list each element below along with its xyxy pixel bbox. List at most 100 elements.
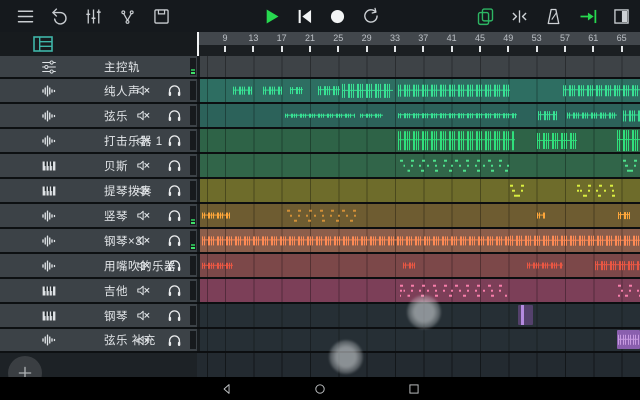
wave-clip[interactable] (290, 87, 303, 95)
wave-clip[interactable] (538, 111, 557, 121)
track-header-9[interactable]: 吉他 (0, 279, 197, 304)
menu-button[interactable] (12, 3, 39, 30)
mute-button[interactable] (130, 305, 156, 327)
track-lane-8[interactable] (197, 254, 640, 279)
clone-button[interactable] (472, 3, 499, 30)
track-view-toggle[interactable] (31, 34, 55, 54)
track-lane-7[interactable] (197, 229, 640, 254)
mute-button[interactable] (130, 80, 156, 102)
back-nav-button[interactable] (214, 381, 240, 397)
mute-button[interactable] (130, 130, 156, 152)
track-lane-4[interactable] (197, 154, 640, 179)
track-header-2[interactable]: 弦乐 (0, 104, 197, 129)
track-lane-6[interactable] (197, 204, 640, 229)
track-lane-11[interactable] (197, 329, 640, 353)
notes-clip[interactable] (400, 157, 510, 174)
waveform-icon (38, 232, 60, 250)
mute-button[interactable] (130, 155, 156, 177)
wave-clip[interactable] (202, 236, 510, 245)
solo-headphone-button[interactable] (161, 180, 187, 202)
loop-button[interactable] (357, 3, 384, 30)
track-lane-5[interactable] (197, 179, 640, 204)
panel-toggle-button[interactable] (608, 3, 635, 30)
undo-button[interactable] (46, 3, 73, 30)
mixer-button[interactable] (80, 3, 107, 30)
wave-clip[interactable] (263, 86, 282, 95)
envelope-button[interactable] (114, 3, 141, 30)
mute-button[interactable] (130, 280, 156, 302)
wave-clip[interactable] (563, 85, 640, 97)
notes-clip[interactable] (623, 157, 640, 174)
track-header-master[interactable]: 主控轨 (0, 56, 197, 79)
track-header-3[interactable]: 打击乐器 1 (0, 129, 197, 154)
wave-clip[interactable] (398, 84, 510, 97)
block-clip[interactable] (518, 305, 533, 325)
wave-clip[interactable] (398, 131, 515, 151)
recents-nav-button[interactable] (401, 381, 427, 397)
wave-clip[interactable] (360, 113, 383, 118)
notes-clip[interactable] (510, 182, 527, 199)
skip-to-start-button[interactable] (291, 3, 318, 30)
wave-clip[interactable] (202, 212, 230, 219)
wave-clip[interactable] (537, 212, 545, 219)
solo-headphone-button[interactable] (161, 105, 187, 127)
wave-clip[interactable] (285, 113, 355, 118)
wave-clip[interactable] (318, 86, 340, 96)
mute-button[interactable] (130, 180, 156, 202)
wave-clip[interactable] (398, 113, 517, 119)
solo-headphone-button[interactable] (161, 205, 187, 227)
solo-headphone-button[interactable] (161, 305, 187, 327)
track-header-11[interactable]: 弦乐 补充 (0, 329, 197, 353)
wave-clip[interactable] (618, 212, 630, 220)
save-button[interactable] (148, 3, 175, 30)
mute-button[interactable] (130, 105, 156, 127)
play-button[interactable] (258, 3, 285, 30)
wave-clip[interactable] (595, 261, 640, 271)
track-header-6[interactable]: 竖琴 (0, 204, 197, 229)
wave-clip[interactable] (567, 112, 617, 119)
track-lane-1[interactable] (197, 79, 640, 104)
metronome-button[interactable] (540, 3, 567, 30)
track-lane-9[interactable] (197, 279, 640, 304)
wave-clip[interactable] (537, 132, 577, 148)
solo-headphone-button[interactable] (161, 230, 187, 252)
wave-clip[interactable] (623, 110, 640, 121)
solo-headphone-button[interactable] (161, 280, 187, 302)
track-header-5[interactable]: 提琴拨奏 (0, 179, 197, 204)
track-header-10[interactable]: 钢琴 (0, 304, 197, 329)
mute-button[interactable] (130, 329, 156, 351)
track-header-1[interactable]: 纯人声 (0, 79, 197, 104)
notes-clip[interactable] (287, 207, 357, 224)
notes-clip[interactable] (618, 282, 640, 299)
solo-headphone-button[interactable] (161, 130, 187, 152)
wave-clip[interactable] (233, 86, 252, 95)
solo-headphone-button[interactable] (161, 155, 187, 177)
mute-button[interactable] (130, 230, 156, 252)
wave-clip[interactable] (202, 262, 233, 268)
mute-button[interactable] (130, 205, 156, 227)
track-lane-2[interactable] (197, 104, 640, 129)
wave-clip[interactable] (510, 235, 640, 246)
wave-clip[interactable] (617, 130, 640, 152)
track-lane-10[interactable] (197, 304, 640, 329)
track-lane-3[interactable] (197, 129, 640, 154)
notes-clip[interactable] (400, 282, 507, 299)
track-header-7[interactable]: 钢琴×3 (0, 229, 197, 254)
snap-button[interactable] (506, 3, 533, 30)
timeline-ruler[interactable]: 91317212529333741454953576165 (197, 32, 640, 56)
wave-clip[interactable] (403, 262, 415, 269)
notes-clip[interactable] (577, 182, 620, 199)
blockwave-clip[interactable] (617, 330, 640, 349)
solo-headphone-button[interactable] (161, 80, 187, 102)
track-header-4[interactable]: 贝斯 (0, 154, 197, 179)
track-lane-master[interactable] (197, 56, 640, 79)
track-header-8[interactable]: 用嘴吹的乐器 (0, 254, 197, 279)
solo-headphone-button[interactable] (161, 329, 187, 351)
wave-clip[interactable] (342, 83, 393, 97)
wave-clip[interactable] (527, 262, 563, 269)
solo-headphone-button[interactable] (161, 255, 187, 277)
home-nav-button[interactable] (307, 381, 333, 397)
mute-button[interactable] (130, 255, 156, 277)
record-button[interactable] (324, 3, 351, 30)
follow-playhead-button[interactable] (574, 3, 601, 30)
